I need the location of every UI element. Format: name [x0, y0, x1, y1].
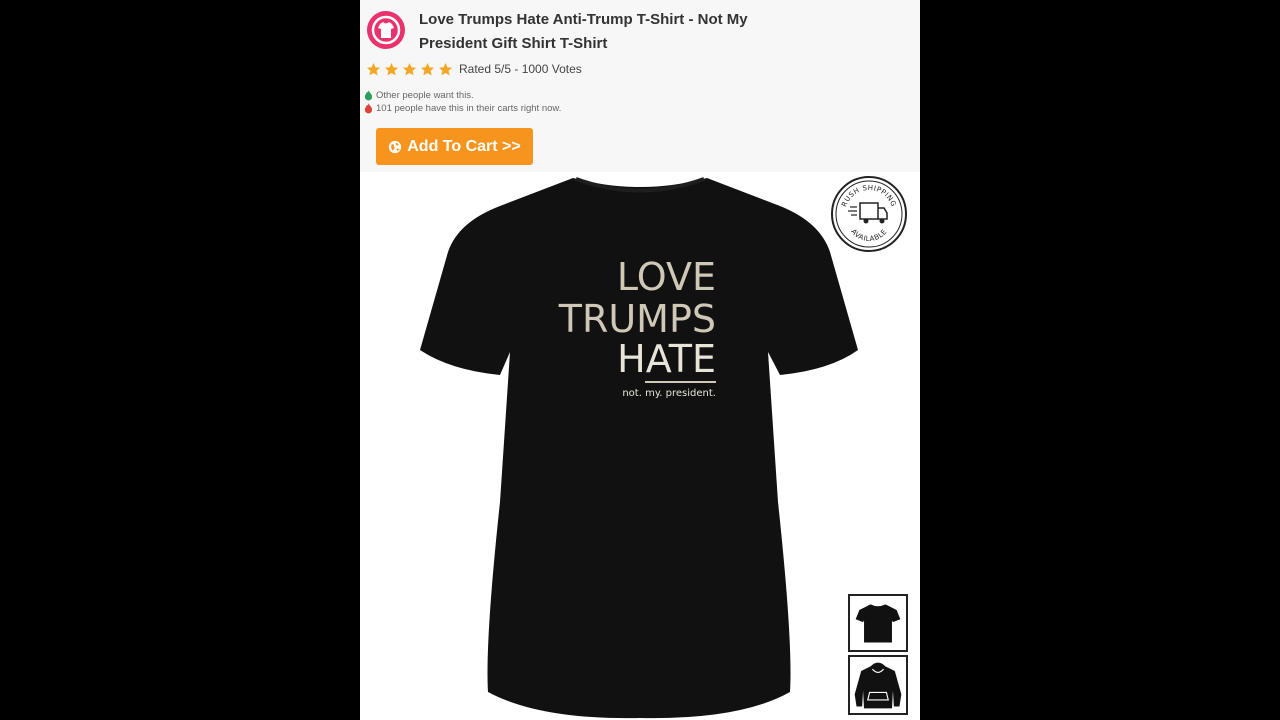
notice-other-people: Other people want this. — [364, 89, 474, 101]
print-line-trumps: TRUMPS — [558, 297, 716, 341]
product-header: Love Trumps Hate Anti-Trump T-Shirt - No… — [360, 0, 920, 172]
star-icon — [366, 62, 381, 75]
rating-text: Rated 5/5 - 1000 Votes — [459, 62, 582, 76]
star-icon — [384, 62, 399, 75]
tshirt-icon — [855, 604, 901, 643]
star-icon — [420, 62, 435, 75]
print-tagline: not. my. president. — [622, 388, 716, 399]
product-panel: Love Trumps Hate Anti-Trump T-Shirt - No… — [360, 0, 920, 720]
print-line-love: LOVE — [617, 255, 716, 299]
add-to-cart-label: Add To Cart >> — [407, 137, 521, 155]
rating: Rated 5/5 - 1000 Votes — [366, 61, 582, 77]
star-icon — [438, 62, 453, 75]
notice-text: 101 people have this in their carts righ… — [376, 102, 562, 114]
notice-carts: 101 people have this in their carts righ… — [364, 102, 561, 114]
print-line-hate: HATE — [617, 337, 716, 381]
add-to-cart-button[interactable]: Add To Cart >> — [376, 128, 533, 165]
flame-icon — [364, 102, 373, 113]
thumbnail-hoodie[interactable] — [848, 655, 908, 715]
hoodie-icon — [854, 662, 902, 709]
flame-icon — [364, 89, 373, 100]
rush-shipping-badge-icon: RUSH SHIPPING AVAILABLE — [831, 176, 907, 252]
product-image: LOVE TRUMPS HATE not. my. president. — [360, 172, 920, 720]
notice-text: Other people want this. — [376, 89, 474, 101]
thumbnail-tshirt[interactable] — [848, 594, 908, 652]
globe-icon — [389, 140, 402, 153]
star-icon — [402, 62, 417, 75]
store-logo-icon[interactable] — [366, 10, 406, 50]
product-title: Love Trumps Hate Anti-Trump T-Shirt - No… — [419, 11, 748, 52]
